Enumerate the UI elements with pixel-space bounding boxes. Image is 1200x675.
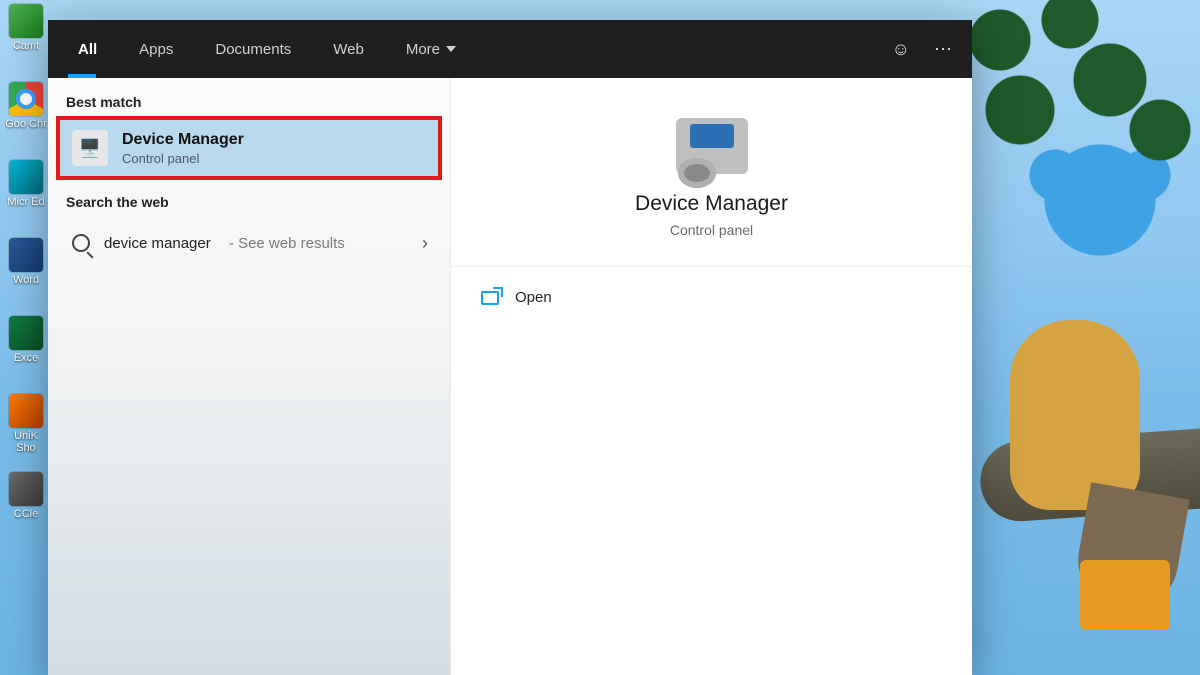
app-icon [9, 160, 43, 194]
tab-all[interactable]: All [68, 20, 107, 78]
desktop-background: Camt Goo Chr Micr Ed Word Exce UniK Sho … [0, 0, 1200, 675]
tab-label: More [406, 41, 440, 58]
desktop-icon-camtasia[interactable]: Camt [4, 4, 48, 68]
device-manager-large-icon [676, 118, 748, 174]
detail-subtitle: Control panel [451, 222, 972, 238]
tab-more[interactable]: More [396, 20, 466, 78]
tab-label: Apps [139, 41, 173, 58]
app-icon [9, 472, 43, 506]
open-icon [481, 291, 499, 305]
web-result-item[interactable]: device manager - See web results › [54, 220, 444, 266]
search-results-pane: Best match 🖥️ Device Manager Control pan… [48, 78, 450, 675]
detail-title: Device Manager [451, 192, 972, 216]
desktop-icon-label: Exce [14, 352, 38, 364]
tab-apps[interactable]: Apps [129, 20, 183, 78]
tab-label: All [78, 41, 97, 58]
action-open[interactable]: Open [451, 267, 972, 328]
best-match-title: Device Manager [122, 131, 244, 149]
device-manager-icon: 🖥️ [72, 130, 108, 166]
tabbar-right: ☺ ⋯ [892, 39, 952, 60]
search-detail-pane: Device Manager Control panel Open [450, 78, 972, 675]
search-icon [72, 234, 90, 252]
desktop-icon-edge[interactable]: Micr Ed [4, 160, 48, 224]
desktop-icon-unikey[interactable]: UniK Sho [4, 394, 48, 458]
tab-label: Web [333, 41, 364, 58]
desktop-icon-column: Camt Goo Chr Micr Ed Word Exce UniK Sho … [4, 4, 48, 550]
desktop-icon-label: CCle [14, 508, 38, 520]
desktop-icon-label: Word [13, 274, 39, 286]
search-body: Best match 🖥️ Device Manager Control pan… [48, 78, 972, 675]
app-icon [9, 316, 43, 350]
app-icon [9, 394, 43, 428]
search-tab-bar: All Apps Documents Web More ☺ ⋯ [48, 20, 972, 78]
more-options-icon[interactable]: ⋯ [934, 39, 952, 60]
wallpaper-leaves [960, 0, 1200, 180]
section-best-match: Best match [48, 78, 450, 118]
best-match-subtitle: Control panel [122, 151, 244, 166]
web-result-query: device manager [104, 235, 211, 252]
detail-header: Device Manager Control panel [451, 78, 972, 267]
desktop-icon-label: Micr Ed [7, 196, 44, 208]
desktop-icon-label: Goo Chr [5, 118, 47, 130]
desktop-icon-label: UniK Sho [4, 430, 48, 454]
tab-label: Documents [215, 41, 291, 58]
tab-documents[interactable]: Documents [205, 20, 301, 78]
best-match-item-device-manager[interactable]: 🖥️ Device Manager Control panel [58, 118, 440, 178]
start-search-panel: All Apps Documents Web More ☺ ⋯ Best mat… [48, 20, 972, 675]
action-label: Open [515, 289, 552, 306]
desktop-icon-label: Camt [13, 40, 39, 52]
wallpaper-character [1010, 320, 1140, 510]
best-match-text: Device Manager Control panel [122, 131, 244, 166]
chevron-down-icon [446, 46, 456, 52]
tab-web[interactable]: Web [323, 20, 374, 78]
section-search-web: Search the web [48, 178, 450, 218]
app-icon [9, 4, 43, 38]
wallpaper-bag [1080, 560, 1170, 630]
chevron-right-icon: › [422, 233, 428, 254]
desktop-icon-ccleaner[interactable]: CCle [4, 472, 48, 536]
desktop-icon-excel[interactable]: Exce [4, 316, 48, 380]
feedback-icon[interactable]: ☺ [892, 39, 910, 60]
web-result-suffix: - See web results [225, 235, 345, 252]
desktop-icon-word[interactable]: Word [4, 238, 48, 302]
app-icon [9, 82, 43, 116]
desktop-icon-chrome[interactable]: Goo Chr [4, 82, 48, 146]
app-icon [9, 238, 43, 272]
